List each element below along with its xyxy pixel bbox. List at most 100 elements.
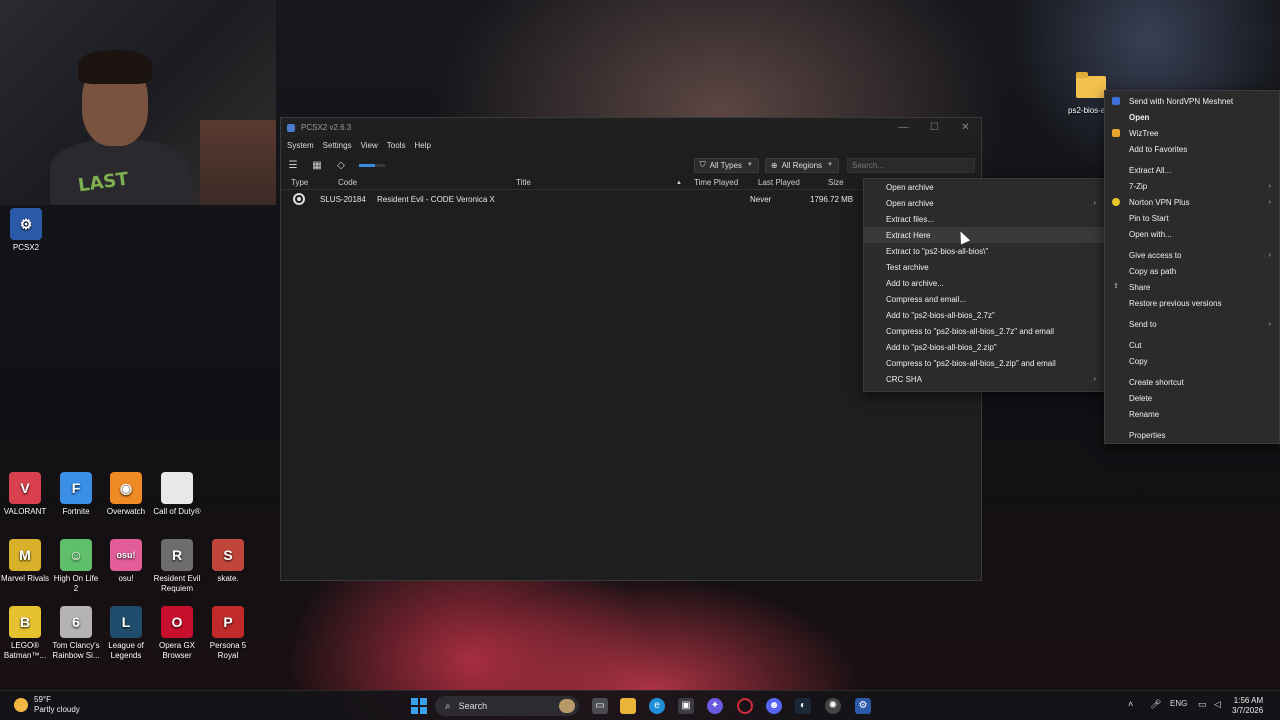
menu-item-add-zip[interactable]: Add to "ps2-bios-all-bios_2.zip" <box>864 339 1104 355</box>
column-type[interactable]: Type <box>291 178 308 187</box>
column-title[interactable]: Title <box>516 178 531 187</box>
menu-settings[interactable]: Settings <box>323 141 352 150</box>
menu-item-open-with[interactable]: Open with... <box>1105 226 1279 242</box>
desktop-icon[interactable]: L League of Legends <box>101 606 151 661</box>
menu-item-rename[interactable]: Rename <box>1105 406 1279 422</box>
menu-item-open-archive[interactable]: Open archive <box>864 179 1104 195</box>
pcsx2-taskbar-icon[interactable]: ⚙ <box>855 698 871 714</box>
minimize-button[interactable]: — <box>888 122 919 133</box>
menu-item-properties[interactable]: Properties <box>1105 427 1279 443</box>
desktop-icon[interactable]: V VALORANT <box>0 472 50 517</box>
microphone-icon[interactable]: 🎤︎ <box>1150 699 1161 710</box>
desktop-icon[interactable]: Call of Duty® <box>152 472 202 517</box>
file-explorer-icon[interactable] <box>620 698 636 714</box>
menu-item-cut[interactable]: Cut <box>1105 337 1279 353</box>
menu-item-7zip[interactable]: 7-Zip › <box>1105 178 1279 194</box>
menu-item-add-7z[interactable]: Add to "ps2-bios-all-bios_2.7z" <box>864 307 1104 323</box>
menu-item-share[interactable]: ⇪ Share <box>1105 279 1279 295</box>
menu-item-label: Add to "ps2-bios-all-bios_2.7z" <box>886 310 995 320</box>
folder-icon[interactable] <box>1076 72 1106 98</box>
desktop-icon[interactable]: O Opera GX Browser <box>152 606 202 661</box>
menu-item-extract-all[interactable]: Extract All... <box>1105 162 1279 178</box>
column-code[interactable]: Code <box>338 178 357 187</box>
copilot-icon[interactable]: ✦ <box>707 698 723 714</box>
menu-item-create-shortcut[interactable]: Create shortcut <box>1105 374 1279 390</box>
desktop-icon[interactable]: ☺ High On Life 2 <box>51 539 101 594</box>
maximize-button[interactable]: ☐ <box>919 122 950 133</box>
list-view-icon[interactable]: ☰ <box>287 159 299 171</box>
region-filter-dropdown[interactable]: ⊕ All Regions ▼ <box>764 157 839 173</box>
menu-item-compress-7z-email[interactable]: Compress to "ps2-bios-all-bios_2.7z" and… <box>864 323 1104 339</box>
grid-view-icon[interactable]: ▦ <box>311 159 323 171</box>
zoom-slider[interactable] <box>359 163 385 167</box>
desktop-icon-pcsx2[interactable]: ⚙ PCSX2 <box>1 208 51 253</box>
opera-gx-icon[interactable] <box>737 698 753 714</box>
close-button[interactable]: ✕ <box>950 122 981 133</box>
webcam-overlay: LAST <box>0 0 276 205</box>
menu-item-label: Extract All... <box>1129 165 1172 175</box>
menu-tools[interactable]: Tools <box>387 141 406 150</box>
menu-item-compress-email[interactable]: Compress and email... <box>864 291 1104 307</box>
chevron-up-icon[interactable]: ˄ <box>1128 699 1133 709</box>
chevron-right-icon: › <box>1093 375 1096 383</box>
menu-item-add-to-archive[interactable]: Add to archive... <box>864 275 1104 291</box>
task-view-icon[interactable]: ▭ <box>592 698 608 714</box>
menu-item-test-archive[interactable]: Test archive <box>864 259 1104 275</box>
menu-item-open-archive-submenu[interactable]: Open archive › <box>864 195 1104 211</box>
menu-item-add-favorites[interactable]: Add to Favorites <box>1105 141 1279 157</box>
menu-item-extract-files[interactable]: Extract files... <box>864 211 1104 227</box>
network-icon[interactable]: ▭ <box>1198 699 1207 710</box>
desktop-icon[interactable]: M Marvel Rivals <box>0 539 50 584</box>
column-time-played[interactable]: Time Played <box>694 178 738 187</box>
desktop-icon-label: Fortnite <box>62 507 90 516</box>
menu-item-give-access[interactable]: Give access to › <box>1105 247 1279 263</box>
desktop-icon[interactable]: R Resident Evil Requiem <box>152 539 202 594</box>
type-filter-dropdown[interactable]: ⛉ All Types ▼ <box>693 157 759 173</box>
menu-item-label: Add to archive... <box>886 278 944 288</box>
desktop-icon[interactable]: P Persona 5 Royal <box>203 606 253 661</box>
menu-item-crc-sha[interactable]: CRC SHA › <box>864 371 1104 387</box>
menu-item-extract-to[interactable]: Extract to "ps2-bios-all-bios\" <box>864 243 1104 259</box>
discord-icon[interactable]: ☻ <box>766 698 782 714</box>
menu-item-compress-zip-email[interactable]: Compress to "ps2-bios-all-bios_2.zip" an… <box>864 355 1104 371</box>
menu-view[interactable]: View <box>361 141 378 150</box>
menu-system[interactable]: System <box>287 141 314 150</box>
chatgpt-icon[interactable]: ✺ <box>825 698 841 714</box>
desktop-icon[interactable]: Sskate. <box>203 539 253 584</box>
desktop-icon[interactable]: F Fortnite <box>51 472 101 517</box>
menu-help[interactable]: Help <box>414 141 430 150</box>
desktop-icon-label: Call of Duty® <box>153 507 201 516</box>
menu-item-label: Cut <box>1129 340 1142 350</box>
menu-item-open[interactable]: Open <box>1105 109 1279 125</box>
desktop-icon[interactable]: B LEGO® Batman™... <box>0 606 50 661</box>
windows-start-icon[interactable] <box>411 698 427 714</box>
menu-item-norton-vpn[interactable]: Norton VPN Plus › <box>1105 194 1279 210</box>
volume-icon[interactable]: ◁ <box>1214 699 1221 710</box>
search-input[interactable] <box>847 157 975 173</box>
weather-widget[interactable]: 59°F Partly cloudy <box>14 695 80 715</box>
clock[interactable]: 1:56 AM 3/7/2026 <box>1232 696 1263 716</box>
menu-item-label: Delete <box>1129 393 1153 403</box>
tag-icon[interactable]: ◇ <box>335 159 347 171</box>
edge-icon[interactable]: e <box>649 698 665 714</box>
language-indicator[interactable]: ENG <box>1170 699 1187 708</box>
store-icon[interactable]: ▣ <box>678 698 694 714</box>
desktop-icon[interactable]: osu! osu! <box>101 539 151 584</box>
desktop-icon[interactable]: 6 Tom Clancy's Rainbow Si... <box>51 606 101 661</box>
menu-item-wiztree[interactable]: WizTree <box>1105 125 1279 141</box>
menu-item-copy-path[interactable]: Copy as path <box>1105 263 1279 279</box>
menu-item-delete[interactable]: Delete <box>1105 390 1279 406</box>
desktop-icon[interactable]: ◉ Overwatch <box>101 472 151 517</box>
column-size[interactable]: Size <box>828 178 844 187</box>
column-last-played[interactable]: Last Played <box>758 178 800 187</box>
window-titlebar[interactable]: PCSX2 v2.6.3 — ☐ ✕ <box>281 118 981 137</box>
steam-icon[interactable]: ◐ <box>795 698 811 714</box>
menu-item-send-to[interactable]: Send to › <box>1105 316 1279 332</box>
menu-item-restore-versions[interactable]: Restore previous versions <box>1105 295 1279 311</box>
taskbar-search[interactable]: ⌕ Search <box>435 696 579 716</box>
menu-item-nordvpn-meshnet[interactable]: Send with NordVPN Meshnet <box>1105 93 1279 109</box>
menu-item-pin-start[interactable]: Pin to Start <box>1105 210 1279 226</box>
menu-item-extract-here[interactable]: Extract Here <box>864 227 1104 243</box>
menu-item-copy[interactable]: Copy <box>1105 353 1279 369</box>
menu-item-label: Norton VPN Plus <box>1129 197 1190 207</box>
